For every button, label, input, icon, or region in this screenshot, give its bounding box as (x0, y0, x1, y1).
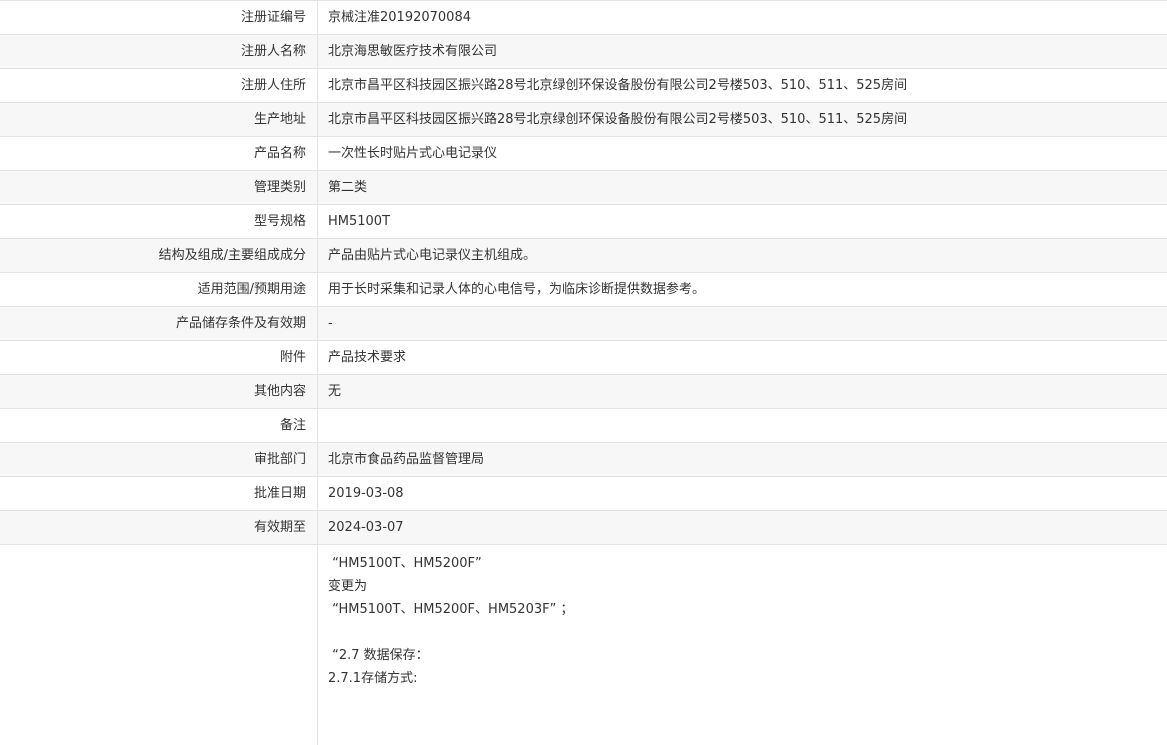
row-other-content: 其他内容 无 (0, 375, 1167, 409)
row-structure-composition: 结构及组成/主要组成成分 产品由贴片式心电记录仪主机组成。 (0, 239, 1167, 273)
row-label: 型号规格 (0, 205, 318, 238)
row-registrant-address: 注册人住所 北京市昌平区科技园区振兴路28号北京绿创环保设备股份有限公司2号楼5… (0, 69, 1167, 103)
row-value: 2024-03-07 (328, 520, 404, 535)
row-label: 管理类别 (0, 171, 318, 204)
row-label-empty (0, 545, 318, 745)
row-label: 批准日期 (0, 477, 318, 510)
row-value: 北京海思敏医疗技术有限公司 (328, 44, 498, 59)
row-value (318, 409, 1167, 442)
row-valid-until: 有效期至 2024-03-07 (0, 511, 1167, 545)
row-storage-validity: 产品储存条件及有效期 - (0, 307, 1167, 341)
row-intended-use: 适用范围/预期用途 用于长时采集和记录人体的心电信号，为临床诊断提供数据参考。 (0, 273, 1167, 307)
row-registrant-name: 注册人名称 北京海思敏医疗技术有限公司 (0, 35, 1167, 69)
row-change-content: “HM5100T、HM5200F” 变更为 “HM5100T、HM5200F、H… (0, 545, 1167, 745)
row-label: 适用范围/预期用途 (0, 273, 318, 306)
change-line (328, 621, 1167, 644)
row-label: 其他内容 (0, 375, 318, 408)
change-line: “HM5100T、HM5200F” (328, 556, 482, 571)
row-value: 第二类 (328, 180, 368, 195)
row-value: 北京市昌平区科技园区振兴路28号北京绿创环保设备股份有限公司2号楼503、510… (328, 78, 908, 93)
change-line: “HM5100T、HM5200F、HM5203F” ； (328, 602, 574, 617)
row-value: HM5100T (328, 214, 391, 229)
change-content-list: “HM5100T、HM5200F” 变更为 “HM5100T、HM5200F、H… (318, 545, 1167, 745)
row-label: 产品名称 (0, 137, 318, 170)
row-label: 产品储存条件及有效期 (0, 307, 318, 340)
change-line: 变更为 (328, 579, 368, 594)
row-value: 一次性长时贴片式心电记录仪 (328, 146, 498, 161)
row-production-address: 生产地址 北京市昌平区科技园区振兴路28号北京绿创环保设备股份有限公司2号楼50… (0, 103, 1167, 137)
row-attachment: 附件 产品技术要求 (0, 341, 1167, 375)
row-value: - (328, 316, 333, 331)
row-label: 注册证编号 (0, 1, 318, 34)
row-label: 审批部门 (0, 443, 318, 476)
row-registration-number: 注册证编号 京械注准20192070084 (0, 1, 1167, 35)
row-label: 注册人住所 (0, 69, 318, 102)
row-label: 注册人名称 (0, 35, 318, 68)
row-label: 附件 (0, 341, 318, 374)
row-remarks: 备注 (0, 409, 1167, 443)
row-value: 京械注准20192070084 (328, 10, 471, 25)
row-model-spec: 型号规格 HM5100T (0, 205, 1167, 239)
row-management-category: 管理类别 第二类 (0, 171, 1167, 205)
row-approval-date: 批准日期 2019-03-08 (0, 477, 1167, 511)
row-value: 北京市昌平区科技园区振兴路28号北京绿创环保设备股份有限公司2号楼503、510… (328, 112, 908, 127)
row-label: 有效期至 (0, 511, 318, 544)
row-label: 生产地址 (0, 103, 318, 136)
row-value: 用于长时采集和记录人体的心电信号，为临床诊断提供数据参考。 (328, 282, 706, 297)
registration-record-table: 注册证编号 京械注准20192070084 注册人名称 北京海思敏医疗技术有限公… (0, 0, 1167, 745)
row-value: 产品由贴片式心电记录仪主机组成。 (328, 248, 537, 263)
change-line: 2.7.1存储方式: (328, 671, 418, 686)
row-product-name: 产品名称 一次性长时贴片式心电记录仪 (0, 137, 1167, 171)
row-label: 备注 (0, 409, 318, 442)
row-value: 北京市食品药品监督管理局 (328, 452, 485, 467)
row-label: 结构及组成/主要组成成分 (0, 239, 318, 272)
row-value: 无 (328, 384, 342, 399)
row-value: 2019-03-08 (328, 486, 404, 501)
row-approval-department: 审批部门 北京市食品药品监督管理局 (0, 443, 1167, 477)
row-value: 产品技术要求 (328, 350, 407, 365)
change-line: “2.7 数据保存： (328, 648, 429, 663)
